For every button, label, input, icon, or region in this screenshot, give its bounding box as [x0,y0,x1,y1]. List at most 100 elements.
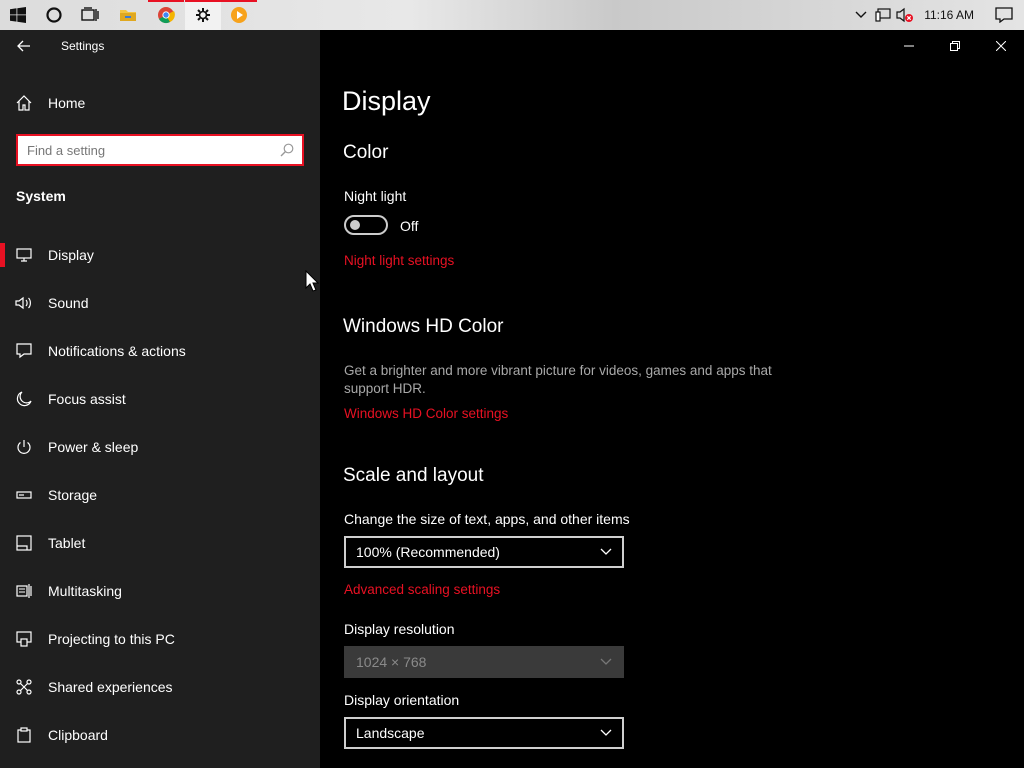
taskbar: 11:16 AM [0,0,1024,30]
nav-home-label: Home [48,95,86,111]
night-light-settings-link[interactable]: Night light settings [344,253,454,268]
sidebar-item-label: Sound [48,295,89,311]
color-heading: Color [343,142,389,163]
storage-icon [0,490,48,500]
monitor-icon [0,248,48,262]
minimize-icon [904,45,914,47]
task-view-icon [81,7,99,21]
sidebar-item-notifications[interactable]: Notifications & actions [0,327,320,375]
title-bar: Settings [0,30,320,62]
search-box[interactable] [16,134,304,166]
message-icon [0,343,48,359]
volume-tray-button[interactable] [894,0,916,30]
gear-icon [196,8,210,22]
nav-list: Display Sound Notifications & actions Fo… [0,231,320,759]
media-app-icon [231,7,247,23]
clipboard-icon [0,727,48,743]
hdr-description: Get a brighter and more vibrant picture … [344,363,772,396]
settings-content-pane: Display Color Night light Off Night ligh… [320,30,1024,768]
sidebar-item-label: Notifications & actions [48,343,186,359]
sidebar-item-clipboard[interactable]: Clipboard [0,711,320,759]
volume-muted-icon [896,7,914,23]
minimize-button[interactable] [886,30,932,62]
sidebar-item-label: Focus assist [48,391,126,407]
shared-icon [0,679,48,695]
sidebar-item-focus-assist[interactable]: Focus assist [0,375,320,423]
system-tray: 11:16 AM [850,0,1024,30]
advanced-scaling-link[interactable]: Advanced scaling settings [344,582,500,597]
restore-icon [950,41,960,51]
resolution-dropdown[interactable]: 1024 × 768 [344,646,624,678]
sidebar-item-display[interactable]: Display [0,231,320,279]
notification-icon [995,7,1013,23]
sidebar-item-label: Clipboard [48,727,108,743]
sidebar-item-shared-experiences[interactable]: Shared experiences [0,663,320,711]
night-light-state: Off [400,218,419,234]
hdr-settings-link[interactable]: Windows HD Color settings [344,406,508,421]
scale-dropdown[interactable]: 100% (Recommended) [344,536,624,568]
chevron-down-icon [600,729,612,736]
cortana-button[interactable] [36,0,72,30]
close-button[interactable] [978,30,1024,62]
resolution-dropdown-value: 1024 × 768 [356,654,427,670]
folder-icon [120,10,136,21]
chrome-button[interactable] [148,0,184,30]
nav-home[interactable]: Home [0,86,320,120]
windows-logo-icon [10,7,26,23]
scale-heading: Scale and layout [343,465,484,486]
mouse-cursor-icon [305,270,319,292]
sidebar-item-label: Projecting to this PC [48,631,175,647]
sidebar-item-label: Power & sleep [48,439,139,455]
search-icon[interactable] [272,143,302,157]
section-heading: System [16,188,66,204]
orientation-dropdown-value: Landscape [356,725,425,741]
sidebar-item-label: Multitasking [48,583,122,599]
start-button[interactable] [0,0,36,30]
search-input[interactable] [18,136,272,164]
scale-size-label: Change the size of text, apps, and other… [344,511,630,527]
media-app-button[interactable] [221,0,257,30]
orientation-label: Display orientation [344,692,460,708]
resolution-label: Display resolution [344,621,455,637]
sidebar-item-label: Display [48,247,94,263]
window-controls [886,30,1024,62]
window-title: Settings [61,39,105,53]
sidebar-item-power-sleep[interactable]: Power & sleep [0,423,320,471]
clock[interactable]: 11:16 AM [916,8,984,22]
show-hidden-icons-button[interactable] [850,0,872,30]
sidebar-item-label: Tablet [48,535,86,551]
back-arrow-icon [17,40,30,52]
action-center-button[interactable] [984,0,1024,30]
sidebar-item-multitasking[interactable]: Multitasking [0,567,320,615]
chevron-down-icon [600,548,612,555]
file-explorer-button[interactable] [110,0,146,30]
orientation-dropdown[interactable]: Landscape [344,717,624,749]
tablet-icon [0,535,48,551]
sidebar-item-label: Storage [48,487,98,503]
chrome-icon [158,7,175,24]
settings-nav-pane: Settings Home System Display Sound Notif… [0,30,320,768]
cortana-icon [46,7,62,23]
close-icon [996,41,1006,51]
projecting-icon [0,631,48,647]
hdr-heading: Windows HD Color [343,316,504,337]
task-view-button[interactable] [72,0,108,30]
sidebar-item-tablet[interactable]: Tablet [0,519,320,567]
scale-dropdown-value: 100% (Recommended) [356,544,500,560]
back-button[interactable] [8,30,40,62]
multitasking-icon [0,583,48,599]
sidebar-item-label: Shared experiences [48,679,173,695]
night-light-label: Night light [344,188,407,204]
network-tray-button[interactable] [872,0,894,30]
settings-taskbar-button[interactable] [185,0,221,30]
night-light-toggle[interactable] [344,215,388,235]
sidebar-item-projecting[interactable]: Projecting to this PC [0,615,320,663]
speaker-icon [0,296,48,310]
chevron-up-icon [855,11,867,18]
power-icon [0,439,48,455]
sidebar-item-storage[interactable]: Storage [0,471,320,519]
restore-button[interactable] [932,30,978,62]
home-icon [0,95,48,111]
sidebar-item-sound[interactable]: Sound [0,279,320,327]
network-icon [875,8,891,22]
